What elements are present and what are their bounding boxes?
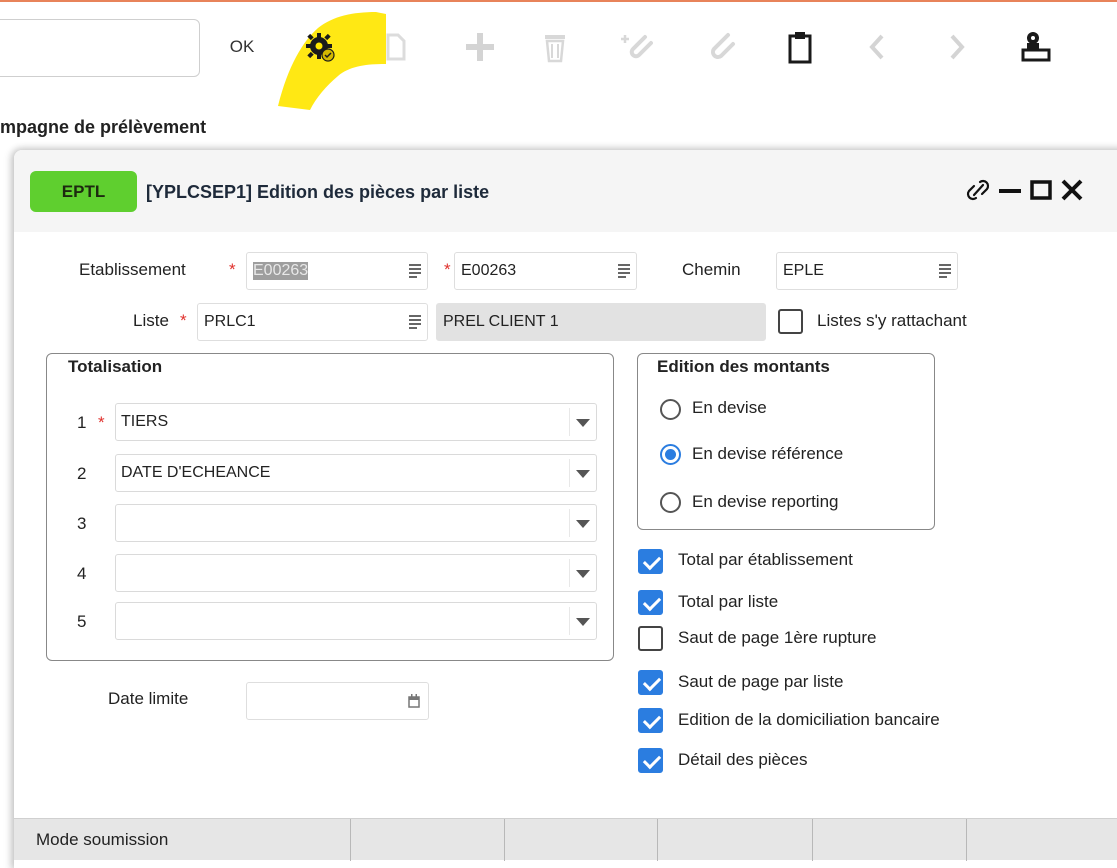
status-cell [658,819,813,861]
required-marker: * [229,260,236,279]
radio-en-devise-label: En devise [692,398,767,417]
required-marker: * [444,260,451,279]
etablissement-field[interactable]: E00263 [246,252,428,290]
dialog-title: [YPLCSEP1] Edition des pièces par liste [146,182,490,202]
montants-title: Edition des montants [657,357,830,376]
saut-page-rupture-label: Saut de page 1ère rupture [678,628,877,647]
detail-pieces-label: Détail des pièces [678,750,808,769]
chemin-label: Chemin [682,260,741,279]
dialog-header: EPTL [YPLCSEP1] Edition des pièces par l… [14,150,1117,232]
minimize-icon[interactable] [997,176,1023,206]
required-marker: * [180,311,187,330]
delete-icon[interactable] [540,20,570,74]
radio-en-devise-reference[interactable] [660,444,681,465]
saut-page-liste-checkbox[interactable] [638,670,663,695]
domiciliation-checkbox[interactable] [638,708,663,733]
chevron-down-icon[interactable] [576,570,590,578]
ok-button[interactable]: OK [222,20,262,74]
listes-rattachant-label: Listes s'y rattachant [817,311,967,330]
liste-field[interactable]: PRLC1 [197,303,428,341]
copy-icon[interactable] [380,20,410,74]
mode-soumission-label: Mode soumission [36,830,169,849]
chevron-down-icon[interactable] [576,419,590,427]
attach-icon[interactable] [702,20,738,74]
date-limite-field[interactable] [246,682,429,720]
page-heading: mpagne de prélèvement [0,117,207,137]
chemin-field[interactable]: EPLE [776,252,958,290]
status-bar: Mode soumission [14,818,1117,861]
total-etablissement-checkbox[interactable] [638,549,663,574]
status-cell [505,819,658,861]
totalisation-combo-4[interactable] [115,554,597,592]
attach-add-icon[interactable] [618,20,654,74]
domiciliation-label: Edition de la domiciliation bancaire [678,710,940,729]
etablissement-label: Etablissement [79,260,186,279]
row-number: 3 [77,514,87,533]
link-icon[interactable] [966,176,992,206]
total-etablissement-label: Total par établissement [678,550,853,569]
row-number: 1 [77,413,87,432]
add-icon[interactable] [460,20,500,74]
total-liste-checkbox[interactable] [638,590,663,615]
close-icon[interactable] [1060,176,1086,206]
radio-en-devise-reference-label: En devise référence [692,444,844,463]
chevron-down-icon[interactable] [576,618,590,626]
total-liste-label: Total par liste [678,592,779,611]
radio-en-devise[interactable] [660,399,681,420]
chevron-down-icon[interactable] [576,470,590,478]
gear-run-icon[interactable] [300,20,340,74]
totalisation-combo-2[interactable]: DATE D'ECHEANCE [115,454,597,492]
status-cell: Mode soumission [14,819,351,861]
maximize-icon[interactable] [1028,176,1054,206]
row-number: 2 [77,464,87,483]
row-number: 5 [77,612,87,631]
radio-en-devise-reporting[interactable] [660,492,681,513]
status-cell [813,819,967,861]
liste-description: PREL CLIENT 1 [436,303,766,341]
prev-icon[interactable] [862,20,892,74]
dialog-badge: EPTL [30,171,137,212]
list-icon[interactable] [618,264,630,278]
search-input[interactable] [0,19,200,77]
totalisation-combo-5[interactable] [115,602,597,640]
required-marker: * [98,413,105,432]
saut-page-rupture-checkbox[interactable] [638,626,663,651]
status-cell [351,819,505,861]
row-number: 4 [77,564,87,583]
radio-en-devise-reporting-label: En devise reporting [692,492,839,511]
date-limite-label: Date limite [108,689,189,708]
detail-pieces-checkbox[interactable] [638,748,663,773]
liste-label: Liste [133,311,169,330]
list-icon[interactable] [939,264,951,278]
totalisation-title: Totalisation [68,357,163,376]
totalisation-combo-1[interactable]: TIERS [115,403,597,441]
list-icon[interactable] [409,315,421,329]
totalisation-combo-3[interactable] [115,504,597,542]
top-accent-line [0,0,1117,2]
chevron-down-icon[interactable] [576,520,590,528]
next-icon[interactable] [942,20,972,74]
saut-page-liste-label: Saut de page par liste [678,672,844,691]
etablissement-field-2[interactable]: E00263 [454,252,637,290]
calendar-icon[interactable] [408,694,420,713]
list-icon[interactable] [409,264,421,278]
listes-rattachant-checkbox[interactable] [778,309,803,334]
clipboard-icon[interactable] [785,20,815,74]
user-stamp-icon[interactable] [1018,20,1054,74]
